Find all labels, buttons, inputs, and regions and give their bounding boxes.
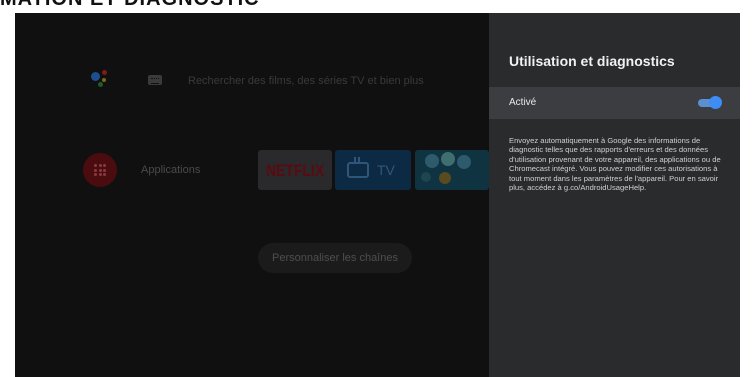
keyboard-icon[interactable]: [148, 75, 162, 85]
panel-title: Utilisation et diagnostics: [509, 53, 675, 69]
toggle-label: Activé: [509, 97, 537, 108]
apps-label: Applications: [141, 164, 201, 176]
panel-description: Envoyez automatiquement à Google des inf…: [509, 136, 721, 193]
enabled-toggle-row[interactable]: Activé: [489, 87, 740, 119]
netflix-tile[interactable]: NETFLIX: [258, 150, 332, 190]
apps-grid-icon[interactable]: [83, 153, 117, 187]
tv-tile[interactable]: TV: [335, 150, 411, 190]
tv-screen: Rechercher des films, des séries TV et b…: [15, 13, 740, 377]
google-assistant-icon[interactable]: [91, 70, 113, 88]
netflix-logo: NETFLIX: [265, 160, 325, 180]
page-heading: MATION ET DIAGNOSTIC: [0, 0, 260, 12]
tv-icon: [347, 162, 369, 178]
settings-panel: Utilisation et diagnostics Activé Envoye…: [489, 13, 740, 377]
switch-thumb: [709, 96, 722, 109]
personalize-channels-button[interactable]: Personnaliser les chaînes: [258, 243, 412, 273]
tv-tile-label: TV: [377, 162, 395, 178]
search-input[interactable]: Rechercher des films, des séries TV et b…: [188, 75, 424, 87]
game-tile[interactable]: [415, 150, 489, 190]
home-screen-dimmed: Rechercher des films, des séries TV et b…: [15, 13, 489, 377]
toggle-switch[interactable]: [698, 96, 722, 109]
